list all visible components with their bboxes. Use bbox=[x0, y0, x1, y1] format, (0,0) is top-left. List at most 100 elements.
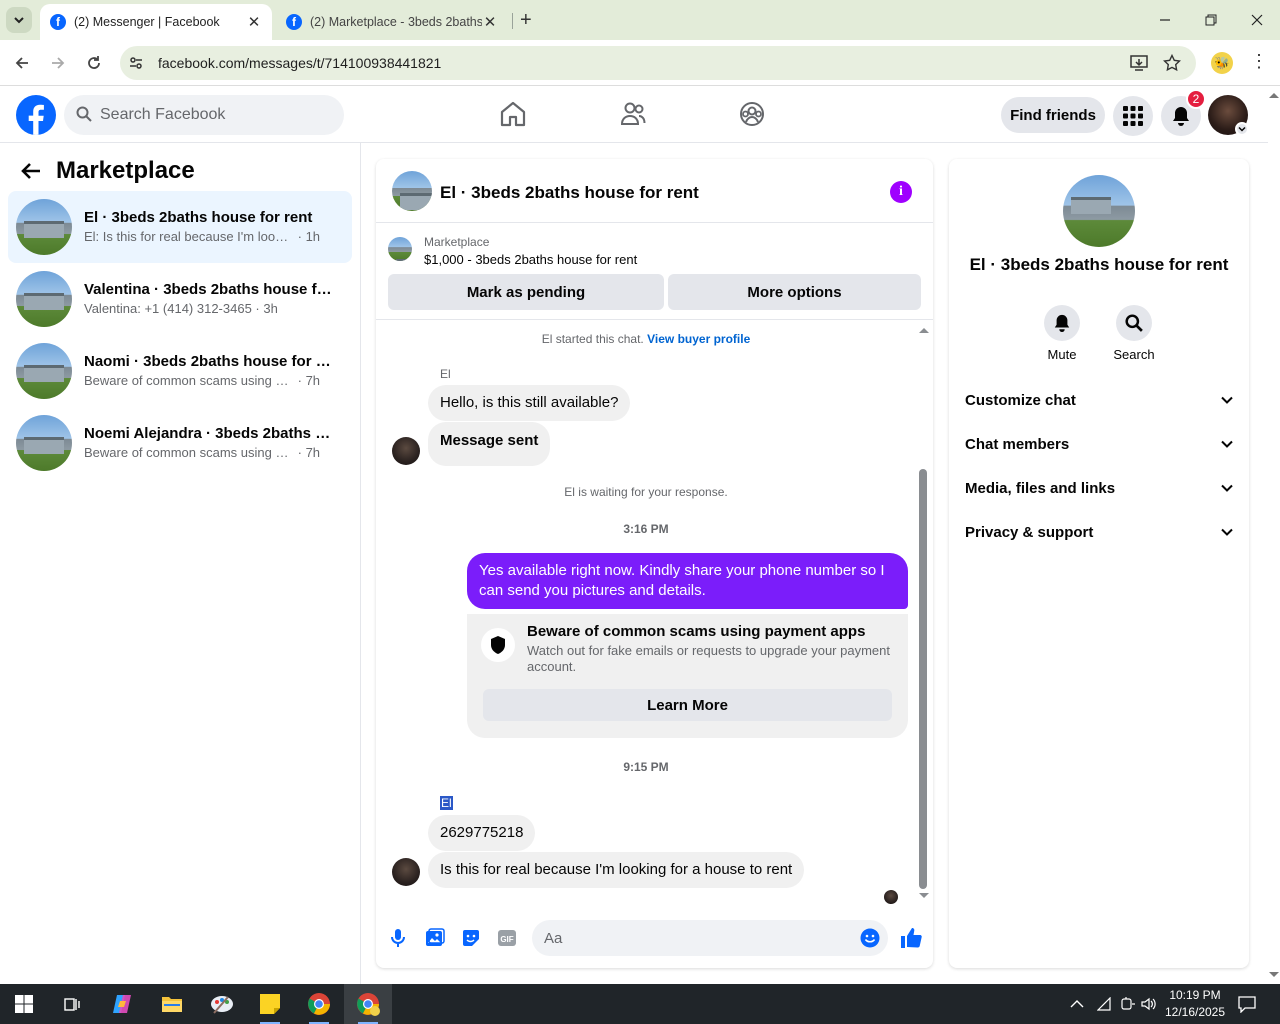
message-bubble[interactable]: Hello, is this still available? bbox=[428, 385, 631, 421]
forward-button[interactable] bbox=[45, 50, 71, 76]
minimize-icon bbox=[1160, 19, 1170, 21]
folder-icon bbox=[162, 997, 182, 1012]
install-app-icon[interactable] bbox=[1130, 54, 1148, 72]
url-field[interactable]: facebook.com/messages/t/714100938441821 bbox=[120, 46, 1196, 80]
info-icon[interactable]: i bbox=[890, 181, 912, 203]
view-buyer-profile-link[interactable]: View buyer profile bbox=[647, 332, 750, 346]
tab-marketplace[interactable]: f (2) Marketplace - 3beds 2baths ✕ bbox=[276, 4, 508, 40]
reload-button[interactable] bbox=[81, 50, 107, 76]
network-icon[interactable] bbox=[1097, 984, 1113, 1024]
sticker-button[interactable] bbox=[461, 928, 481, 948]
mute-button[interactable]: Mute bbox=[1032, 305, 1092, 362]
media-files-links-section[interactable]: Media, files and links bbox=[965, 466, 1233, 510]
copilot-icon bbox=[113, 995, 131, 1013]
chevron-down-icon bbox=[1238, 126, 1246, 132]
chrome-profile-button[interactable] bbox=[344, 984, 392, 1024]
search-in-chat-button[interactable]: Search bbox=[1104, 305, 1164, 362]
find-friends-button[interactable]: Find friends bbox=[1001, 97, 1105, 133]
chat-members-section[interactable]: Chat members bbox=[965, 422, 1233, 466]
new-tab-button[interactable]: + bbox=[520, 10, 532, 30]
chat-avatar[interactable] bbox=[1063, 175, 1135, 247]
like-button[interactable] bbox=[900, 927, 922, 949]
outgoing-message-bubble[interactable]: Yes available right now. Kindly share yo… bbox=[467, 553, 908, 609]
message-input[interactable]: Aa bbox=[532, 920, 888, 956]
conversation-item[interactable]: Noemi Alejandra · 3beds 2baths house for… bbox=[8, 407, 352, 479]
browser-menu-icon[interactable]: ⋮ bbox=[1250, 52, 1268, 70]
customize-chat-section[interactable]: Customize chat bbox=[965, 378, 1233, 422]
copilot-button[interactable] bbox=[98, 984, 146, 1024]
svg-text:GIF: GIF bbox=[500, 935, 513, 944]
privacy-support-section[interactable]: Privacy & support bbox=[965, 510, 1233, 554]
volume-icon[interactable] bbox=[1141, 984, 1157, 1024]
conversation-time: 7h bbox=[305, 445, 321, 460]
grid-menu-icon bbox=[1123, 106, 1143, 126]
message-bubble[interactable]: Message sent bbox=[428, 422, 551, 466]
browser-tab-bar: f (2) Messenger | Facebook ✕ f (2) Marke… bbox=[0, 0, 1280, 40]
learn-more-button[interactable]: Learn More bbox=[483, 689, 892, 721]
sticky-notes-button[interactable] bbox=[246, 984, 294, 1024]
start-button[interactable] bbox=[0, 984, 48, 1024]
facebook-header: Search Facebook Find friends 2 bbox=[0, 86, 1268, 143]
chat-title[interactable]: El · 3beds 2baths house for rent bbox=[440, 183, 699, 203]
listing-thumbnail bbox=[16, 271, 72, 327]
scroll-up-icon[interactable] bbox=[1268, 90, 1280, 100]
message-bubble[interactable]: 2629775218 bbox=[428, 815, 536, 851]
profile-avatar-icon[interactable]: 🐝 bbox=[1211, 52, 1233, 74]
chat-avatar[interactable] bbox=[392, 171, 432, 211]
task-view-button[interactable] bbox=[48, 984, 96, 1024]
home-icon bbox=[500, 101, 526, 127]
conversation-item[interactable]: Valentina · 3beds 2baths house for rent … bbox=[8, 263, 352, 335]
conversation-item[interactable]: Naomi · 3beds 2baths house for rent Bewa… bbox=[8, 335, 352, 407]
bookmark-star-icon[interactable] bbox=[1163, 54, 1181, 72]
sender-avatar[interactable] bbox=[392, 437, 420, 465]
facebook-search-input[interactable]: Search Facebook bbox=[64, 95, 344, 135]
menu-grid-button[interactable] bbox=[1113, 96, 1153, 136]
more-options-button[interactable]: More options bbox=[668, 274, 921, 310]
chevron-down-icon bbox=[1221, 440, 1233, 448]
conversation-item[interactable]: El · 3beds 2baths house for rent El: Is … bbox=[8, 191, 352, 263]
close-window-button[interactable] bbox=[1234, 0, 1280, 40]
restore-button[interactable] bbox=[1188, 0, 1234, 40]
tab-messenger[interactable]: f (2) Messenger | Facebook ✕ bbox=[40, 4, 272, 40]
listing-label: Marketplace bbox=[424, 235, 490, 249]
taskbar-clock[interactable]: 10:19 PM 12/16/2025 bbox=[1164, 987, 1226, 1021]
snipping-tool-button[interactable] bbox=[198, 984, 246, 1024]
mark-as-pending-button[interactable]: Mark as pending bbox=[388, 274, 664, 310]
page-scrollbar[interactable] bbox=[1268, 86, 1280, 984]
facebook-logo-icon[interactable] bbox=[16, 95, 56, 135]
chrome-icon bbox=[308, 993, 330, 1015]
message-bubble[interactable]: Is this for real because I'm looking for… bbox=[428, 852, 805, 888]
nav-groups-button[interactable] bbox=[739, 100, 765, 128]
scam-warning-card: Beware of common scams using payment app… bbox=[467, 614, 908, 738]
back-button[interactable] bbox=[9, 50, 35, 76]
scroll-down-icon[interactable] bbox=[918, 891, 930, 901]
account-caret[interactable] bbox=[1235, 122, 1249, 136]
nav-home-button[interactable] bbox=[500, 100, 526, 128]
tab-search-dropdown[interactable] bbox=[6, 7, 32, 33]
chrome-button[interactable] bbox=[295, 984, 343, 1024]
warning-description: Watch out for fake emails or requests to… bbox=[527, 643, 890, 674]
sticker-icon bbox=[463, 930, 479, 946]
close-tab-icon[interactable]: ✕ bbox=[482, 13, 498, 31]
message-input-placeholder: Aa bbox=[544, 929, 563, 947]
sender-avatar[interactable] bbox=[392, 858, 420, 886]
emoji-button[interactable] bbox=[860, 928, 880, 948]
listing-thumbnail bbox=[16, 415, 72, 471]
close-tab-icon[interactable]: ✕ bbox=[246, 13, 262, 31]
back-button[interactable] bbox=[20, 161, 42, 181]
nav-friends-button[interactable] bbox=[620, 100, 646, 128]
conversation-time: 7h bbox=[305, 373, 321, 388]
scrollbar-thumb[interactable] bbox=[919, 469, 927, 889]
minimize-button[interactable] bbox=[1142, 0, 1188, 40]
notification-center-button[interactable] bbox=[1238, 984, 1256, 1024]
conversation-name: Noemi Alejandra · 3beds 2baths house for… bbox=[84, 425, 334, 442]
site-info-icon[interactable] bbox=[128, 55, 144, 71]
battery-icon[interactable] bbox=[1119, 984, 1135, 1024]
gif-button[interactable]: GIF bbox=[497, 928, 517, 948]
voice-clip-button[interactable] bbox=[390, 928, 406, 948]
file-explorer-button[interactable] bbox=[148, 984, 196, 1024]
show-hidden-icons-button[interactable] bbox=[1070, 984, 1084, 1024]
scroll-up-icon[interactable] bbox=[918, 325, 930, 335]
scroll-down-icon[interactable] bbox=[1268, 970, 1280, 980]
attach-photo-button[interactable] bbox=[425, 928, 445, 948]
